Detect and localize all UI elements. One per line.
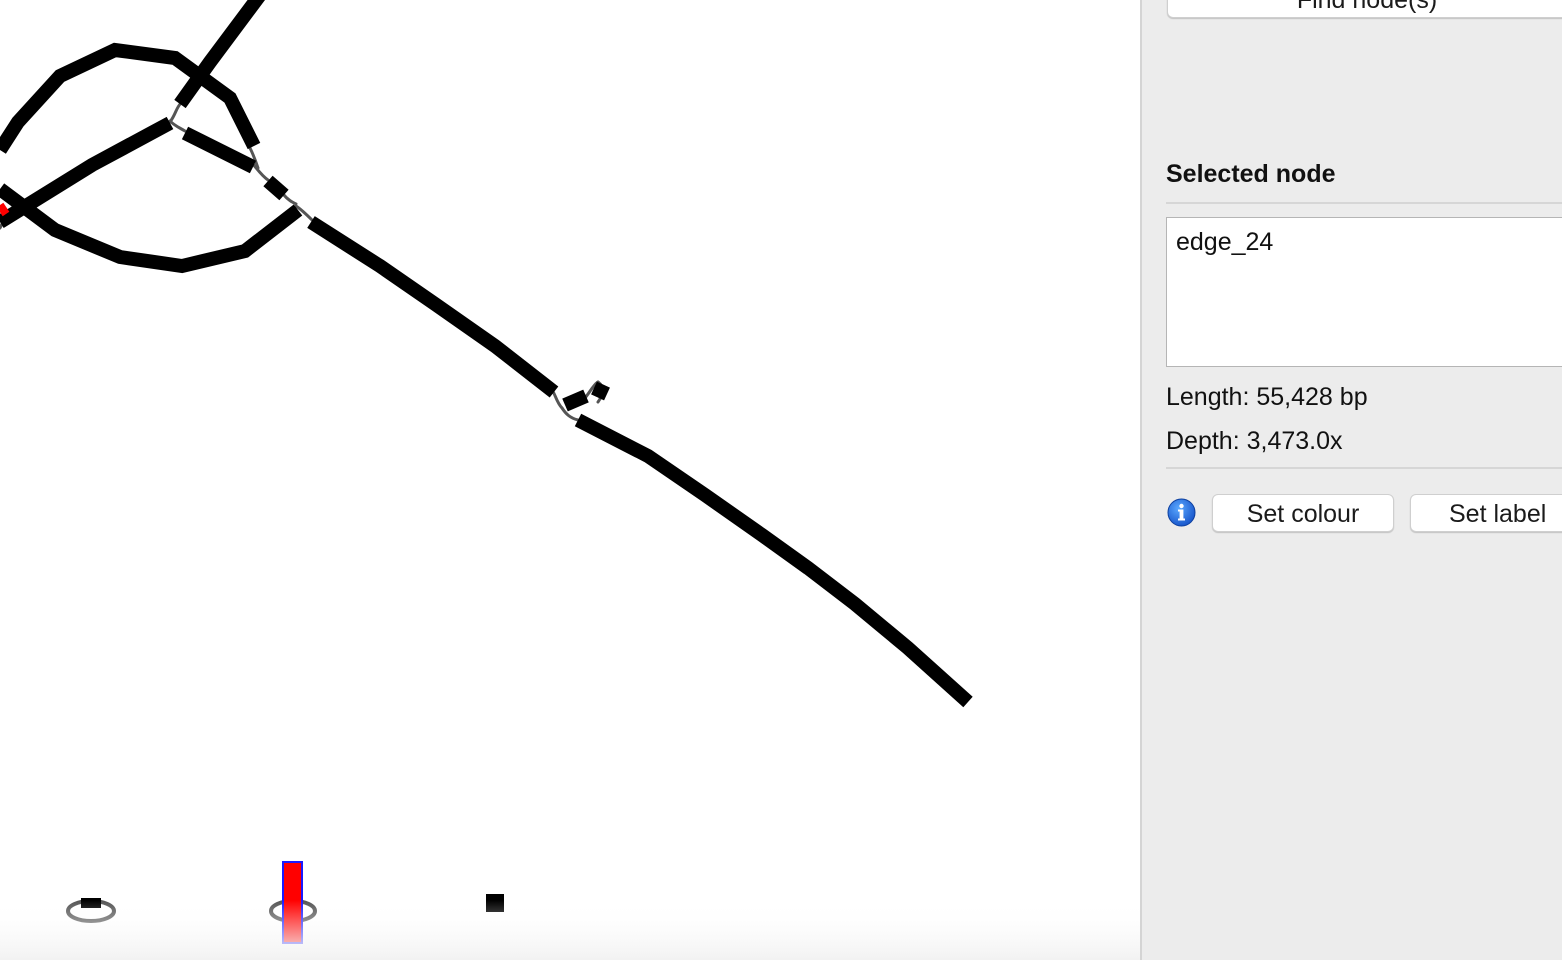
find-nodes-button-label: Find node(s) — [1296, 0, 1438, 14]
graph-link — [168, 101, 183, 124]
length-info: Length: 55,428 bp — [1166, 383, 1368, 412]
graph-edges[interactable] — [0, 0, 973, 708]
graph-link — [250, 161, 270, 182]
selected-node-text-box[interactable]: edge_24 — [1166, 217, 1562, 367]
set-label-button-label: Set label — [1449, 500, 1547, 528]
find-nodes-button[interactable]: Find node(s) — [1167, 0, 1562, 18]
length-label: Length: — [1166, 383, 1250, 411]
graph-edge-main-upper[interactable] — [307, 216, 559, 398]
length-value: 55,428 bp — [1256, 383, 1368, 411]
canvas-bottom-shade — [0, 900, 1140, 960]
graph-links — [0, 101, 604, 422]
selected-node-heading: Selected node — [1166, 160, 1336, 188]
set-colour-button[interactable]: Set colour — [1212, 494, 1394, 532]
graph-edge-fragment[interactable] — [591, 381, 610, 401]
assembly-graph[interactable] — [0, 0, 1140, 960]
graph-edge-highlighted[interactable] — [0, 202, 10, 217]
divider — [1166, 202, 1562, 204]
info-icon[interactable] — [1167, 498, 1196, 527]
graph-link — [281, 192, 298, 206]
graph-edge-fragment[interactable] — [562, 389, 589, 412]
depth-info: Depth: 3,473.0x — [1166, 427, 1343, 456]
depth-label: Depth: — [1166, 427, 1240, 455]
set-label-button[interactable]: Set label — [1410, 494, 1562, 532]
set-colour-button-label: Set colour — [1246, 500, 1360, 528]
depth-value: 3,473.0x — [1246, 427, 1343, 455]
side-panel: Find node(s) Selected node edge_24 Lengt… — [1142, 0, 1562, 960]
divider — [1166, 467, 1562, 469]
graph-edge-small[interactable] — [263, 175, 289, 201]
selected-node-name: edge_24 — [1176, 228, 1274, 256]
graph-canvas[interactable] — [0, 0, 1140, 960]
bandage-window: Find node(s) Selected node edge_24 Lengt… — [0, 0, 1562, 960]
graph-edge-main-lower[interactable] — [574, 413, 973, 708]
